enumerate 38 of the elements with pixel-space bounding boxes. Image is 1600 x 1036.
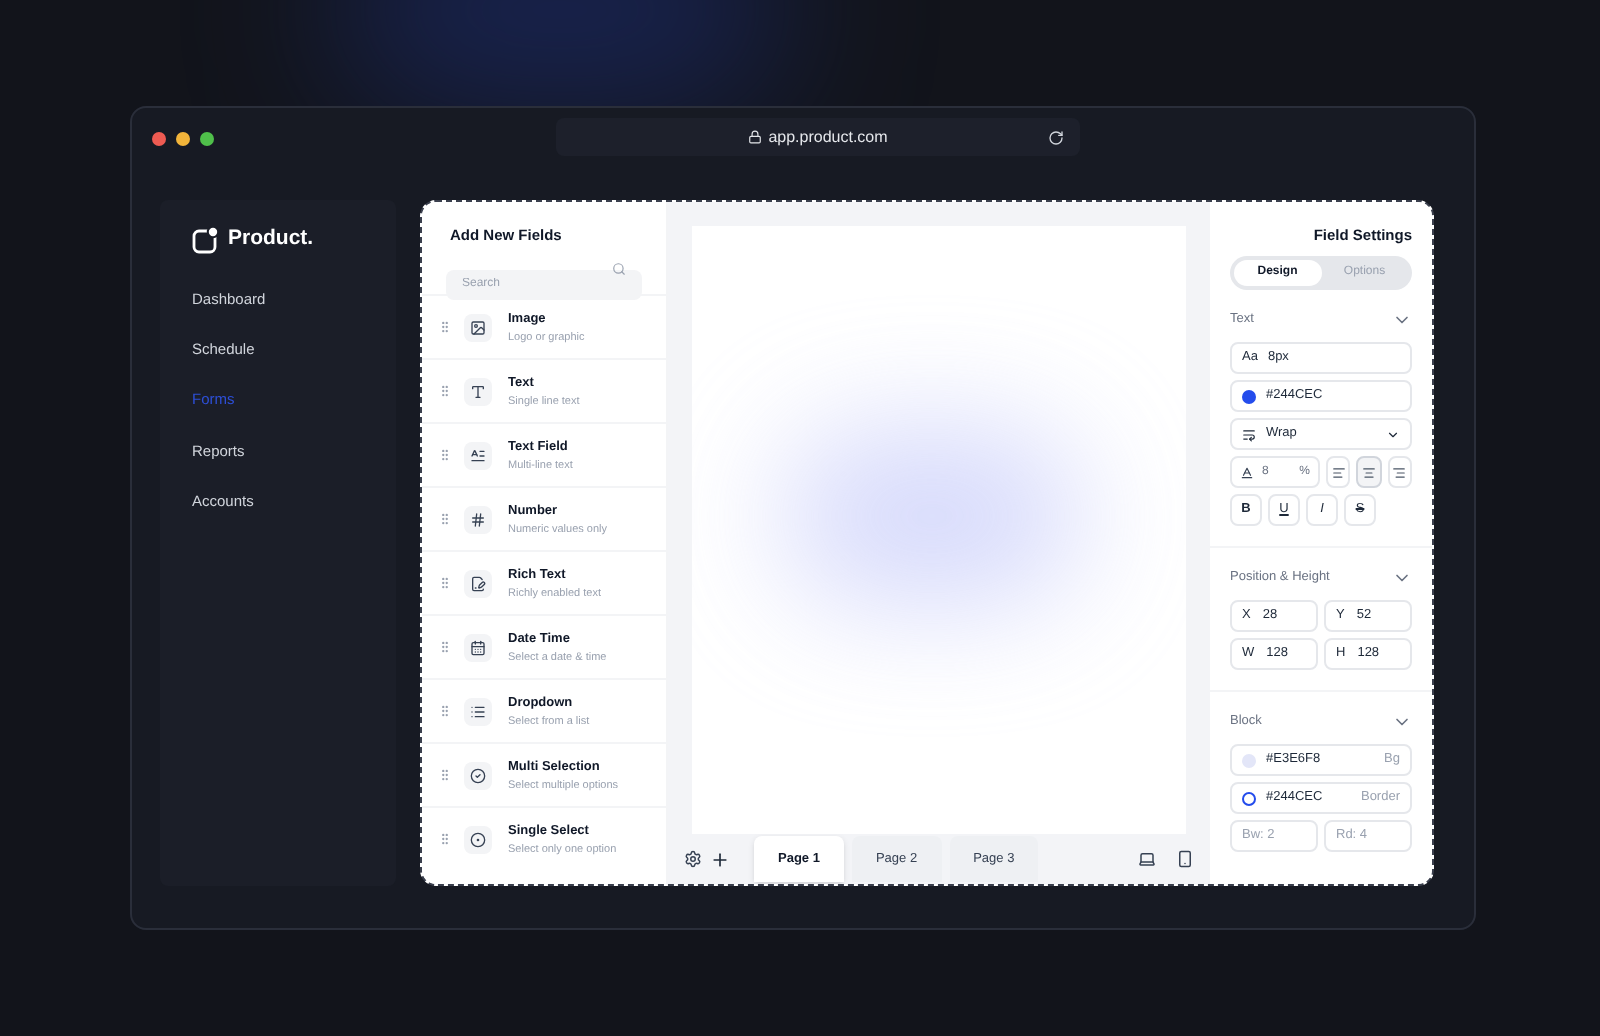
align-button[interactable] bbox=[1387, 456, 1412, 489]
field-type-icon bbox=[464, 761, 492, 790]
lock-icon bbox=[748, 130, 763, 144]
field-type-icon bbox=[464, 633, 492, 662]
field-type-icon bbox=[464, 697, 492, 726]
chevron-down-icon bbox=[1386, 427, 1400, 442]
drag-handle-icon[interactable] bbox=[438, 640, 452, 655]
text-height-icon bbox=[1240, 465, 1254, 480]
text-align-icon bbox=[1331, 465, 1346, 480]
align-button[interactable] bbox=[1326, 456, 1351, 489]
drag-handle-icon[interactable] bbox=[438, 448, 452, 463]
logo-text: Product. bbox=[228, 224, 314, 254]
logo-icon bbox=[192, 225, 220, 254]
field-type-icon bbox=[464, 569, 492, 598]
laptop-icon[interactable] bbox=[1138, 850, 1156, 868]
field-type-icon bbox=[464, 441, 492, 470]
phone-icon[interactable] bbox=[1176, 850, 1194, 868]
text-align-icon bbox=[1392, 465, 1407, 480]
reload-icon[interactable] bbox=[1048, 129, 1064, 145]
field-type-icon bbox=[464, 377, 492, 406]
add-icon[interactable] bbox=[710, 849, 730, 869]
drag-handle-icon[interactable] bbox=[438, 832, 452, 847]
search-icon bbox=[612, 262, 626, 277]
wrap-icon bbox=[1242, 427, 1256, 442]
drag-handle-icon[interactable] bbox=[438, 576, 452, 591]
address-bar[interactable]: app.product.com bbox=[556, 118, 1080, 156]
text-align-icon bbox=[1361, 465, 1376, 480]
drag-handle-icon[interactable] bbox=[438, 512, 452, 527]
drag-handle-icon[interactable] bbox=[438, 384, 452, 399]
field-type-icon bbox=[464, 313, 492, 342]
field-type-icon bbox=[464, 825, 492, 854]
url-text: app.product.com bbox=[768, 125, 888, 149]
settings-icon[interactable] bbox=[684, 850, 702, 868]
drag-handle-icon[interactable] bbox=[438, 320, 452, 335]
drag-handle-icon[interactable] bbox=[438, 768, 452, 783]
field-type-icon bbox=[464, 505, 492, 534]
align-button[interactable] bbox=[1356, 456, 1382, 489]
drag-handle-icon[interactable] bbox=[438, 704, 452, 719]
